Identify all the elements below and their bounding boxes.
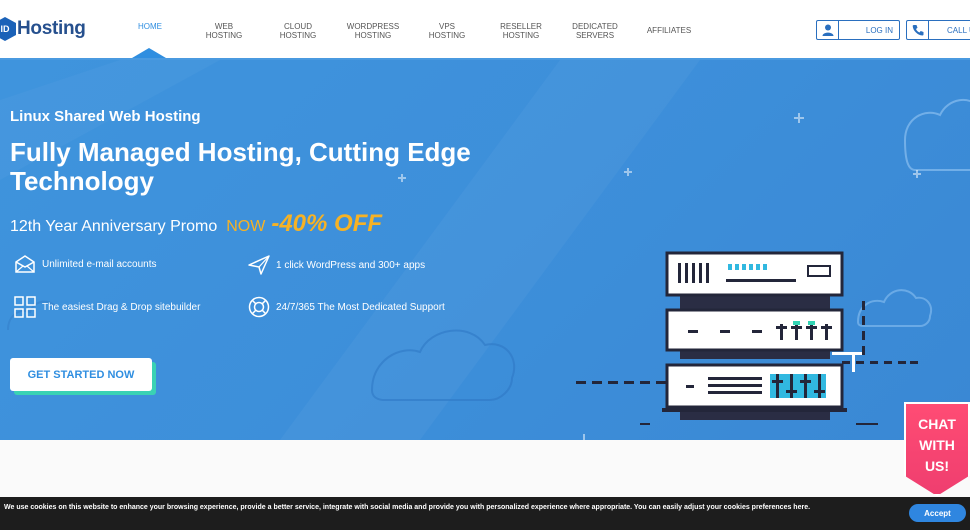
nav-item-cloud-hosting[interactable]: CLOUD HOSTING	[263, 22, 333, 40]
nav-item-affiliates[interactable]: AFFILIATES	[634, 26, 704, 35]
cookie-consent-bar: We use cookies on this website to enhanc…	[0, 497, 970, 530]
login-button[interactable]: LOG IN	[816, 20, 900, 40]
call-us-label: CALL U	[947, 25, 970, 35]
content-area	[0, 440, 970, 497]
feature-support: 24/7/365 The Most Dedicated Support	[248, 296, 445, 318]
page: ID Hosting HOME WEB HOSTING CLOUD HOSTIN…	[0, 0, 970, 530]
cookie-accept-button[interactable]: Accept	[909, 504, 966, 522]
nav-label: WORDPRESS HOSTING	[346, 22, 400, 40]
nav-item-reseller-hosting[interactable]: RESELLER HOSTING	[486, 22, 556, 40]
feature-label: 1 click WordPress and 300+ apps	[276, 259, 426, 271]
cookie-message: We use cookies on this website to enhanc…	[4, 504, 811, 511]
promo-now: NOW	[226, 218, 266, 235]
promo-text: 12th Year Anniversary Promo	[10, 218, 218, 235]
grid-icon	[14, 296, 36, 318]
feature-sitebuilder: The easiest Drag & Drop sitebuilder	[14, 296, 200, 318]
hero-subtitle: Linux Shared Web Hosting	[10, 108, 201, 125]
logo[interactable]: ID Hosting	[0, 17, 86, 41]
nav-item-wordpress-hosting[interactable]: WORDPRESS HOSTING	[338, 22, 408, 40]
site-header: ID Hosting HOME WEB HOSTING CLOUD HOSTIN…	[0, 0, 970, 60]
nav-label: WEB HOSTING	[205, 22, 243, 40]
nav-item-web-hosting[interactable]: WEB HOSTING	[189, 22, 259, 40]
nav-label: DEDICATED SERVERS	[572, 22, 618, 40]
logo-badge: ID	[0, 17, 16, 41]
nav-item-vps-hosting[interactable]: VPS HOSTING	[412, 22, 482, 40]
promo-line: 12th Year Anniversary Promo NOW -40% OFF	[10, 210, 382, 238]
nav-label: RESELLER HOSTING	[500, 22, 542, 40]
feature-wordpress: 1 click WordPress and 300+ apps	[248, 255, 425, 275]
nav-item-dedicated-servers[interactable]: DEDICATED SERVERS	[560, 22, 630, 40]
server-rack-illustration	[576, 251, 918, 425]
hero-title: Fully Managed Hosting, Cutting Edge Tech…	[10, 137, 471, 196]
active-nav-indicator	[132, 48, 166, 58]
email-icon	[15, 255, 35, 273]
hero-banner: Linux Shared Web Hosting Fully Managed H…	[0, 60, 970, 440]
call-us-button[interactable]: CALL U	[906, 20, 970, 40]
get-started-button[interactable]: GET STARTED NOW	[10, 358, 152, 391]
phone-icon	[907, 21, 929, 39]
lifebuoy-icon	[248, 296, 270, 318]
user-icon	[817, 21, 839, 39]
login-label: LOG IN	[865, 25, 893, 35]
feature-label: The easiest Drag & Drop sitebuilder	[42, 301, 201, 313]
nav-label: VPS HOSTING	[428, 22, 466, 40]
feature-label: 24/7/365 The Most Dedicated Support	[276, 301, 445, 313]
paper-plane-icon	[248, 255, 270, 275]
feature-label: Unlimited e-mail accounts	[42, 258, 157, 270]
logo-text: Hosting	[17, 18, 86, 39]
feature-email: Unlimited e-mail accounts	[14, 255, 157, 273]
promo-discount: -40% OFF	[271, 210, 383, 237]
nav-item-home[interactable]: HOME	[115, 22, 185, 31]
nav-label: CLOUD HOSTING	[279, 22, 317, 40]
